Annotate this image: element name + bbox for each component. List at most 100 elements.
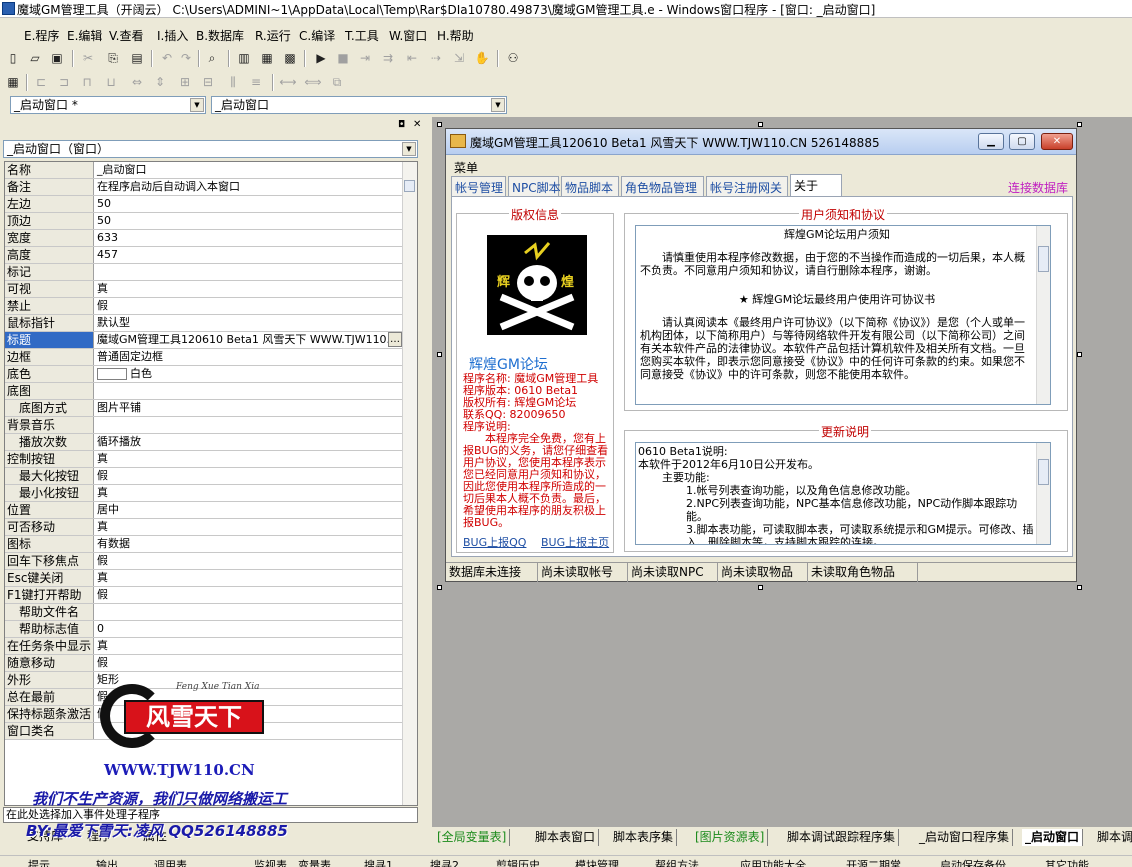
- tool-help-methods[interactable]: 帮组方法: [655, 857, 699, 867]
- property-value[interactable]: 普通固定边框: [96, 349, 402, 365]
- resize-handle[interactable]: [1077, 352, 1082, 357]
- tool-variables[interactable]: 变量表: [298, 857, 331, 867]
- property-value[interactable]: 50: [96, 196, 402, 212]
- property-row[interactable]: F1键打开帮助假: [5, 587, 403, 604]
- menu-run[interactable]: R.运行: [255, 27, 291, 44]
- save-icon[interactable]: ▣: [49, 50, 65, 66]
- same-width-icon[interactable]: ⇔: [129, 74, 145, 90]
- property-value[interactable]: 在程序启动后自动调入本窗口: [96, 179, 402, 195]
- property-value[interactable]: [96, 604, 402, 620]
- property-row[interactable]: 可否移动真: [5, 519, 403, 536]
- tool-modules[interactable]: 模块管理: [575, 857, 619, 867]
- chevron-down-icon[interactable]: ▼: [402, 142, 416, 156]
- property-row[interactable]: 底图方式 图片平铺: [5, 400, 403, 417]
- bug-qq-link[interactable]: BUG上报QQ: [463, 534, 526, 550]
- redo-icon[interactable]: ↷: [178, 50, 194, 66]
- property-value[interactable]: 假: [96, 655, 402, 671]
- property-value[interactable]: 居中: [96, 502, 402, 518]
- menu-program[interactable]: E.程序: [24, 27, 59, 44]
- resize-handle[interactable]: [1077, 585, 1082, 590]
- property-row[interactable]: 备注 在程序启动后自动调入本窗口: [5, 179, 403, 196]
- layout1-icon[interactable]: ▥: [236, 50, 252, 66]
- property-value[interactable]: 有数据: [96, 536, 402, 552]
- property-value[interactable]: 真: [96, 485, 402, 501]
- tab-register-gateway[interactable]: 帐号注册网关: [706, 176, 788, 196]
- tab-account[interactable]: 帐号管理: [451, 176, 506, 196]
- property-row[interactable]: 在任务条中显示真: [5, 638, 403, 655]
- tool-search1[interactable]: 搜寻1: [364, 857, 393, 867]
- property-value[interactable]: 50: [96, 213, 402, 229]
- tab-about[interactable]: 关于: [790, 174, 842, 196]
- binoculars-icon[interactable]: ⚇: [505, 50, 521, 66]
- resize-handle[interactable]: [1077, 122, 1082, 127]
- bring-front-icon[interactable]: ⧉: [329, 74, 345, 90]
- property-row[interactable]: Esc键关闭真: [5, 570, 403, 587]
- menu-view[interactable]: V.查看: [109, 27, 143, 44]
- pin-icon[interactable]: ◘: [398, 120, 405, 130]
- undo-icon[interactable]: ↶: [159, 50, 175, 66]
- run-to-cursor-icon[interactable]: ⇢: [428, 50, 444, 66]
- property-value[interactable]: 633: [96, 230, 402, 246]
- resize-handle[interactable]: [758, 585, 763, 590]
- minimize-button[interactable]: ▁: [978, 133, 1004, 150]
- connect-db-link[interactable]: 连接数据库: [1008, 179, 1068, 196]
- tool-watch[interactable]: 监视表: [254, 857, 287, 867]
- property-row[interactable]: 最小化按钮真: [5, 485, 403, 502]
- tool-search2[interactable]: 搜寻2: [430, 857, 459, 867]
- center-h-icon[interactable]: ⊞: [177, 74, 193, 90]
- fit-height-icon[interactable]: ⟺: [304, 74, 321, 90]
- property-row[interactable]: 可视真: [5, 281, 403, 298]
- tool-output[interactable]: 输出: [96, 857, 118, 867]
- property-row[interactable]: 底色 白色: [5, 366, 403, 383]
- property-value[interactable]: 0: [96, 621, 402, 637]
- same-height-icon[interactable]: ⇕: [152, 74, 168, 90]
- property-value[interactable]: 图片平铺: [96, 400, 402, 416]
- property-row[interactable]: 背景音乐: [5, 417, 403, 434]
- layout2-icon[interactable]: ▦: [259, 50, 275, 66]
- maximize-button[interactable]: ▢: [1009, 133, 1035, 150]
- resize-handle[interactable]: [758, 122, 763, 127]
- spacing-h-icon[interactable]: ⫼: [225, 74, 241, 90]
- property-row[interactable]: 顶边 50: [5, 213, 403, 230]
- menu-database[interactable]: B.数据库: [196, 27, 244, 44]
- property-value[interactable]: 真: [96, 451, 402, 467]
- property-row[interactable]: 名称 _启动窗口: [5, 162, 403, 179]
- ellipsis-button[interactable]: …: [388, 332, 402, 347]
- property-value[interactable]: 假: [96, 298, 402, 314]
- property-value[interactable]: [96, 383, 402, 399]
- property-value[interactable]: 白色: [96, 366, 402, 382]
- tool-features[interactable]: 应用功能大全: [740, 857, 806, 867]
- resize-handle[interactable]: [437, 352, 442, 357]
- paste-icon[interactable]: ▤: [129, 50, 145, 66]
- spacing-v-icon[interactable]: ≡: [248, 74, 264, 90]
- find-icon[interactable]: ⌕: [204, 50, 220, 66]
- property-value[interactable]: 假: [96, 553, 402, 569]
- menu-window[interactable]: W.窗口: [389, 27, 427, 44]
- property-value[interactable]: 魔域GM管理工具120610 Beta1 风雪天下 WWW.TJW110.C…: [96, 332, 402, 348]
- changelog-text[interactable]: 0610 Beta1说明: 本软件于2012年6月10日公开发布。 主要功能: …: [635, 442, 1051, 545]
- align-top-icon[interactable]: ⊓: [79, 74, 95, 90]
- property-value[interactable]: 假: [96, 587, 402, 603]
- property-row[interactable]: 标记: [5, 264, 403, 281]
- property-value[interactable]: 真: [96, 638, 402, 654]
- menu-compile[interactable]: C.编译: [299, 27, 335, 44]
- event-combo[interactable]: _启动窗口 ▼: [211, 96, 507, 114]
- object-combo[interactable]: _启动窗口 * ▼: [10, 96, 206, 114]
- property-value[interactable]: 457: [96, 247, 402, 263]
- tab-item-script[interactable]: 物品脚本: [561, 176, 619, 196]
- property-value[interactable]: [96, 417, 402, 433]
- run-icon[interactable]: ▶: [313, 50, 329, 66]
- property-row[interactable]: 回车下移焦点假: [5, 553, 403, 570]
- resize-handle[interactable]: [437, 122, 442, 127]
- property-value[interactable]: 假: [96, 468, 402, 484]
- fit-width-icon[interactable]: ⟷: [279, 74, 296, 90]
- menu-insert[interactable]: I.插入: [157, 27, 188, 44]
- property-value[interactable]: [96, 264, 402, 280]
- property-row[interactable]: 鼠标指针 默认型: [5, 315, 403, 332]
- tab-script-debug[interactable]: 脚本调: [1094, 829, 1132, 846]
- property-row[interactable]: 边框 普通固定边框: [5, 349, 403, 366]
- tab-role-items[interactable]: 角色物品管理: [621, 176, 704, 196]
- property-value[interactable]: 真: [96, 570, 402, 586]
- menu-help[interactable]: H.帮助: [437, 27, 474, 44]
- close-button[interactable]: ✕: [1041, 133, 1073, 150]
